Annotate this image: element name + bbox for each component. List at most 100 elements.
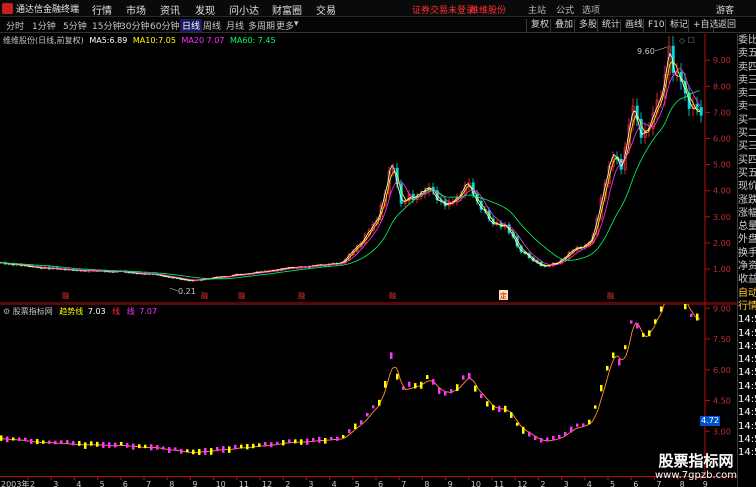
date-axis-label: 4 — [587, 480, 592, 487]
period-30min[interactable]: 30分钟 — [120, 19, 149, 32]
signal-bar — [210, 448, 213, 455]
ma10-line — [0, 61, 701, 281]
f10-button[interactable]: F10 — [643, 19, 665, 32]
signal-bar — [342, 434, 345, 439]
signal-bar — [156, 445, 159, 450]
signal-bar — [444, 391, 447, 396]
adjust-button[interactable]: 复权 — [526, 19, 549, 32]
period-5min[interactable]: 5分钟 — [63, 19, 87, 32]
signal-bar — [354, 423, 357, 429]
menu-bar: 通达信金融终端 行情 市场 资讯 发现 问小达 财富圈 交易 证券交易未登录 维… — [0, 0, 756, 17]
period-15min[interactable]: 15分钟 — [92, 19, 121, 32]
signal-bar — [120, 441, 123, 446]
quote-item: 14:50 — [738, 394, 756, 406]
options-button[interactable]: 选项 — [582, 3, 600, 16]
signal-bar — [42, 440, 45, 444]
period-multi[interactable]: 多周期 — [248, 19, 275, 32]
date-axis-label: 4 — [332, 480, 337, 487]
period-weekly[interactable]: 周线 — [203, 19, 221, 32]
event-mark: 定 — [500, 291, 507, 300]
signal-bar — [66, 440, 69, 444]
period-daily[interactable]: 日线 — [180, 19, 203, 32]
period-more[interactable]: 更多 — [276, 19, 294, 32]
period-intraday[interactable]: 分时 — [6, 19, 24, 32]
signal-bar — [78, 441, 81, 446]
current-price-badge: 4.72 — [700, 416, 720, 426]
date-axis-label: 6 — [378, 480, 383, 487]
menu-item-assistant[interactable]: 问小达 — [229, 2, 259, 17]
date-axis: 2003年 2 3 4 5 6 7 8 9 10 11 12 2 3 4 5 6 7 8 9 10 11 12 2 3 4 5 6 7 8… — [0, 476, 737, 487]
signal-bar — [438, 387, 441, 394]
quote-item: 卖四 — [738, 61, 756, 73]
quote-item: 换手 — [738, 247, 756, 259]
signal-bar — [420, 381, 423, 389]
mark-button[interactable]: 标记 — [665, 19, 688, 32]
back-button[interactable]: 返回 — [713, 19, 736, 32]
quote-item: 行情 — [738, 300, 756, 312]
statistics-button[interactable]: 统计 — [597, 19, 620, 32]
signal-bar — [132, 443, 135, 450]
draw-line-button[interactable]: 画线 — [620, 19, 643, 32]
ma20-line — [0, 68, 701, 281]
menu-item-wealth[interactable]: 财富圈 — [272, 2, 302, 17]
candle-body — [695, 104, 699, 108]
ma5-line — [0, 52, 701, 281]
main-site-button[interactable]: 主站 — [528, 3, 546, 16]
formula-button[interactable]: 公式 — [556, 3, 574, 16]
signal-bar — [606, 365, 609, 371]
main-price-chart[interactable]: 9.00 8.00 7.00 6.00 5.00 4.00 3.00 2.00 1.00 9.60… — [0, 34, 737, 304]
period-60min[interactable]: 60分钟 — [150, 19, 179, 32]
indicator-chart[interactable]: 9.00 7.50 6.00 4.50 3.00 — [0, 304, 737, 476]
signal-bar — [504, 405, 507, 413]
signal-bar — [654, 319, 657, 324]
date-axis-label: 8 — [424, 480, 429, 487]
app-logo: 通达信金融终端 — [2, 2, 79, 15]
signal-bar — [372, 405, 375, 409]
signal-bar — [480, 393, 483, 399]
signal-bar — [204, 447, 207, 455]
quote-item: 14:50 — [738, 314, 756, 326]
quote-item: 外盘 — [738, 234, 756, 246]
event-mark: 融 — [62, 291, 69, 300]
menu-item-news[interactable]: 资讯 — [160, 2, 180, 17]
overlay-button[interactable]: 叠加 — [550, 19, 573, 32]
signal-bar — [582, 423, 585, 427]
menu-item-quotes[interactable]: 行情 — [92, 2, 112, 17]
login-status[interactable]: 证券交易未登录 — [412, 3, 475, 16]
menu-item-trade[interactable]: 交易 — [316, 2, 336, 17]
low-price-pointer — [169, 287, 179, 292]
signal-bar — [696, 313, 699, 321]
signal-bar — [84, 442, 87, 449]
date-axis-label: 9 — [448, 480, 453, 487]
date-axis-label: 5 — [100, 480, 105, 487]
indicator-axis-label: 7.50 — [713, 335, 731, 344]
signal-bar — [690, 313, 693, 318]
quote-item: 委比 — [738, 35, 756, 46]
current-stock-link[interactable]: 维维股份 — [470, 3, 506, 16]
period-toolbar: 分时 1分钟 5分钟 15分钟 30分钟 60分钟 日线 周线 月线 多周期 更… — [0, 18, 756, 33]
more-dropdown-icon[interactable]: ▾ — [294, 19, 299, 29]
signal-bar — [588, 419, 591, 425]
signal-bar — [516, 422, 519, 426]
quote-item: 买五 — [738, 167, 756, 179]
signal-bar — [528, 431, 531, 437]
quote-item: 14:50 — [738, 407, 756, 419]
price-axis-label: 3.00 — [713, 213, 731, 222]
date-axis-label: 3 — [53, 480, 58, 487]
signal-bar — [228, 446, 231, 453]
signal-bar — [552, 435, 555, 440]
guest-user[interactable]: 游客 — [716, 3, 734, 16]
price-axis-label: 8.00 — [713, 82, 731, 91]
signal-bar — [90, 441, 93, 446]
multi-stock-button[interactable]: 多股 — [574, 19, 597, 32]
signal-bar — [162, 446, 165, 450]
menu-item-market[interactable]: 市场 — [126, 2, 146, 17]
menu-item-discover[interactable]: 发现 — [195, 2, 215, 17]
period-1min[interactable]: 1分钟 — [32, 19, 56, 32]
signal-bar — [396, 373, 399, 380]
signal-bar — [24, 437, 27, 441]
period-monthly[interactable]: 月线 — [226, 19, 244, 32]
signal-bar — [216, 446, 219, 452]
signal-bar — [402, 386, 405, 390]
signal-bar — [36, 439, 39, 445]
